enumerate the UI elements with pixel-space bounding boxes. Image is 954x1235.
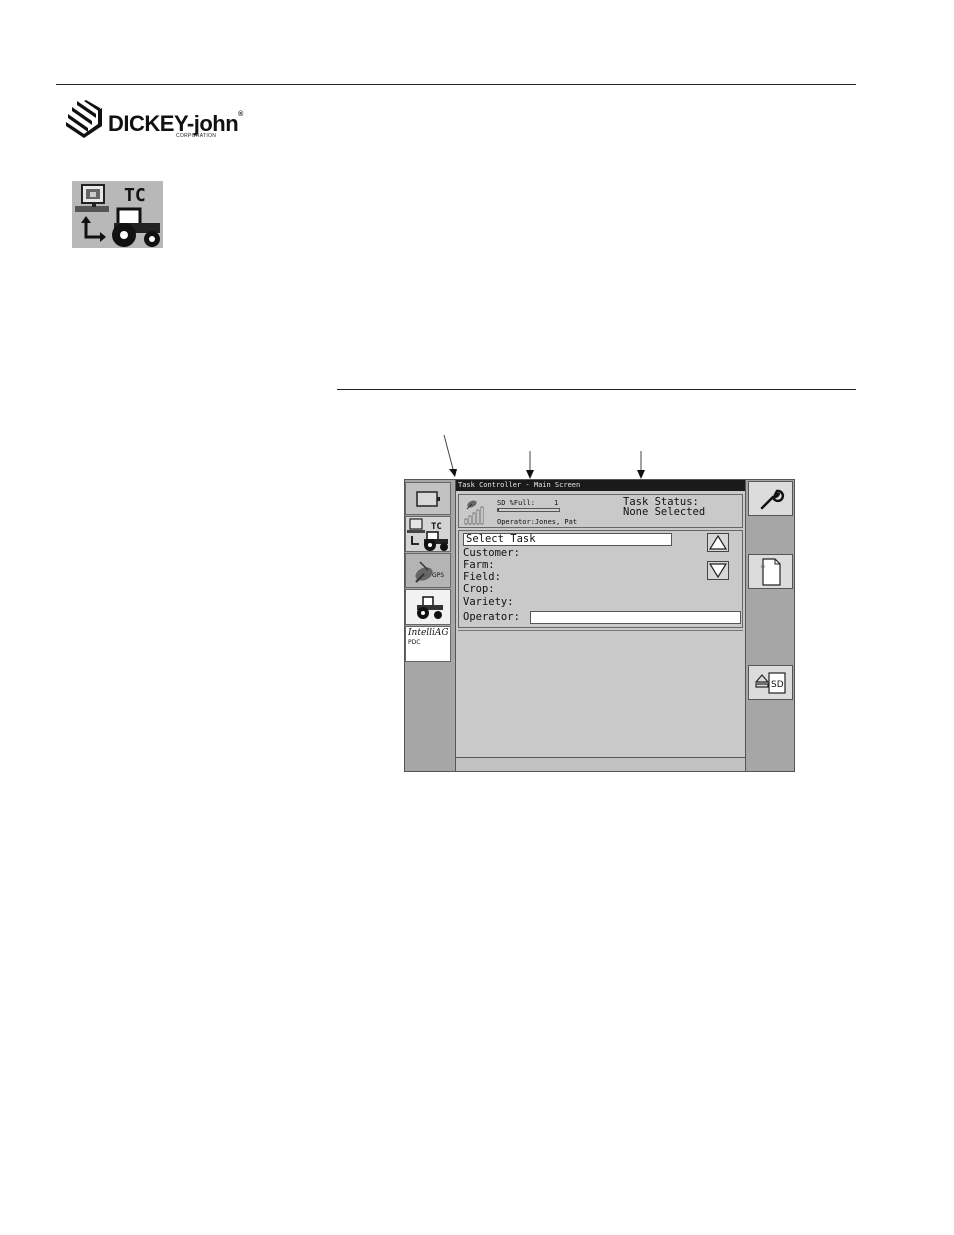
variety-label: Variety: [463,596,514,608]
sd-full-value: 1 [554,499,559,507]
crop-label: Crop: [463,583,495,595]
wrench-icon [760,489,784,509]
tab-gps[interactable]: GPS [405,553,451,588]
sd-progress-fill [498,509,499,511]
dickey-john-logo: DICKEY-john® CORPORATION [64,100,264,144]
task-controller-screen: TC GPS IntelliAG PDC Task Controller - M… [404,479,795,772]
field-label: Field: [463,571,501,583]
logo-subtext: CORPORATION [176,133,217,139]
sd-card-eject-icon: SD [754,671,786,694]
customer-label: Customer: [463,547,520,559]
scroll-down-button[interactable] [707,561,729,580]
sd-full-label: SD %Full: [497,499,535,507]
tab-task-controller[interactable]: TC [405,516,451,552]
tab-intelliag[interactable]: IntelliAG PDC [405,626,451,662]
tractor-icon [417,596,443,619]
svg-text:GPS: GPS [432,572,444,579]
section-rule [337,389,856,390]
sd-progress-bar [497,508,560,512]
screen-title: Task Controller - Main Screen [456,480,745,491]
callout-arrows [443,434,645,479]
up-arrow-icon [708,534,728,550]
sd-eject-button[interactable]: SD [748,665,793,700]
logo-mark-icon [66,100,102,138]
operator-field[interactable] [530,611,741,624]
pdc-label: PDC [408,639,421,646]
new-task-button[interactable]: ✳ [748,554,793,589]
task-controller-tab-icon: TC [407,518,448,551]
scroll-up-button[interactable] [707,533,729,552]
intelliag-label-group: IntelliAG PDC [408,629,449,646]
svg-text:TC: TC [124,185,146,206]
tab-tractor[interactable] [405,589,451,625]
svg-text:SD: SD [771,680,784,690]
new-document-icon: ✳ [760,557,781,586]
task-status-value: None Selected [623,506,706,518]
gps-satellite-icon: GPS [415,560,444,583]
content-area [458,630,743,758]
setup-button[interactable] [748,481,793,516]
task-details: Select Task Customer: Farm: Field: Crop:… [458,530,743,628]
signal-strength-icon [464,500,484,525]
svg-text:✳: ✳ [760,563,766,571]
main-panel: Task Controller - Main Screen SD %Full: … [455,480,746,771]
status-box: SD %Full: 1 Operator:Jones, Pat Task Sta… [458,494,743,528]
status-bar [456,757,745,771]
operator-line: Operator:Jones, Pat [497,518,578,526]
farm-label: Farm: [463,559,495,571]
tab-display[interactable] [405,482,451,515]
task-controller-icon: TC [72,181,163,248]
down-arrow-icon [708,563,728,579]
svg-text:TC: TC [431,522,442,532]
left-tab-column: TC GPS IntelliAG PDC [405,480,454,771]
operator-label: Operator: [463,611,520,623]
header-rule [56,84,856,85]
right-button-column: ✳ SD [746,480,794,771]
intelliag-label: IntelliAG [408,628,449,638]
display-icon [416,490,440,507]
select-task-field[interactable]: Select Task [463,533,672,546]
